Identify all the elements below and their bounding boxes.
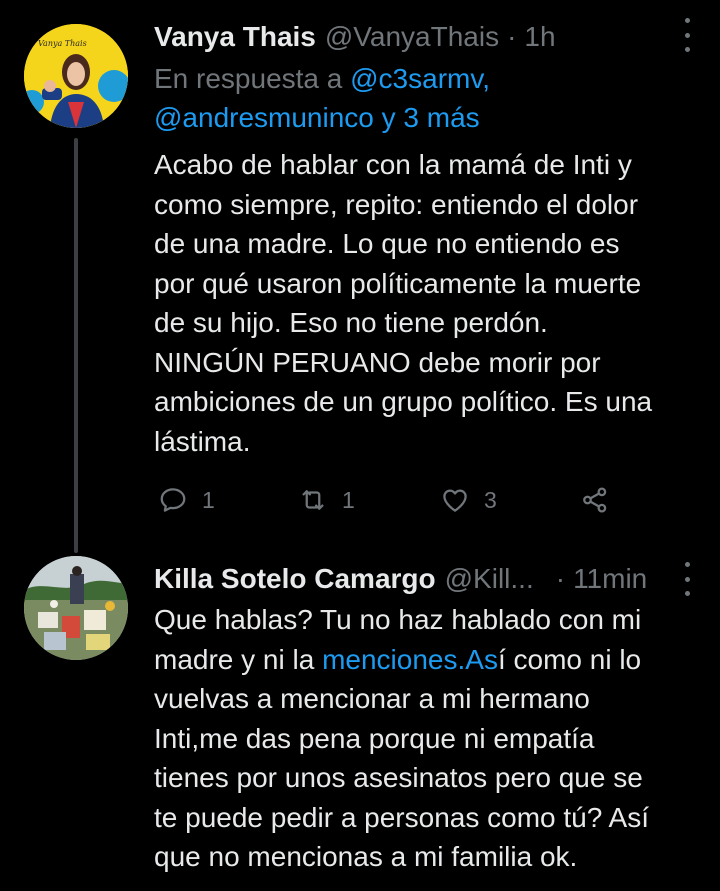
tweet-text-line: de una madre. Lo que no entiendo es (154, 228, 620, 259)
tweet-text: Que hablas? Tu no haz hablado con mi mad… (154, 600, 694, 877)
avatar[interactable] (24, 556, 128, 660)
retweet-icon (302, 490, 324, 510)
like-button[interactable]: 3 (440, 480, 497, 520)
separator: · (507, 21, 517, 52)
more-icon[interactable] (680, 18, 694, 52)
tweet-killa[interactable]: Killa Sotelo Camargo @Kill... · 11min Qu… (0, 540, 720, 891)
tweet-text-line: que no mencionas a mi familia ok. (154, 841, 578, 872)
mention-link[interactable]: @c3sarmv, (350, 63, 490, 94)
text-segment: madre y ni la (154, 643, 323, 675)
mention-link[interactable]: @andresmuninco y 3 más (154, 102, 480, 133)
reply-count: 1 (202, 486, 215, 513)
tweet-vanya[interactable]: Vanya Thais Vanya Thais @VanyaThais · 1h… (0, 0, 720, 553)
text-segment: í como ni lo (497, 643, 642, 675)
tweet-text-line: tienes por unos asesinatos pero que se (154, 762, 643, 793)
like-count: 3 (484, 486, 497, 513)
tweet-text-line: Que hablas? Tu no haz hablado con mi (154, 604, 642, 635)
tweet-text-line: Acabo de hablar con la mamá de Inti y (154, 149, 632, 180)
tweet-text-line: lástima. (154, 425, 251, 457)
tweet-text-line: madre y ni la menciones.Así como ni lo (154, 640, 694, 680)
author-handle[interactable]: @Kill... (445, 563, 534, 595)
retweet-count: 1 (342, 486, 355, 513)
separator: · (555, 563, 566, 594)
reply-button[interactable]: 1 (158, 480, 215, 520)
tweet-header: Vanya Thais @VanyaThais · 1h (154, 14, 680, 60)
avatar[interactable]: Vanya Thais (24, 24, 128, 128)
tweet-text-line: de su hijo. Eso no tiene perdón. (154, 307, 548, 338)
thread-line (74, 138, 78, 553)
retweet-button[interactable]: 1 (298, 480, 355, 520)
reply-icon (160, 488, 186, 512)
replying-to: En respuesta a @c3sarmv, @andresmuninco … (154, 59, 490, 137)
tweet-header: Killa Sotelo Camargo @Kill... · 11min (154, 556, 680, 602)
replying-prefix: En respuesta a (154, 63, 343, 94)
more-icon[interactable] (680, 562, 694, 596)
timestamp[interactable]: 11min (573, 563, 647, 595)
share-icon (583, 487, 607, 513)
avatar-image: Vanya Thais (24, 24, 128, 128)
tweet-text-line: te puede pedir a personas como tú? Así (154, 801, 649, 833)
like-icon (443, 489, 467, 512)
tweet-text-line: por qué usaron políticamente la muerte (154, 267, 642, 299)
hashtag-link[interactable]: menciones.As (322, 644, 498, 675)
tweet-text: Acabo de hablar con la mamá de Inti y co… (154, 145, 694, 461)
avatar-image (24, 556, 128, 660)
tweet-text-line: vuelvas a mencionar a mi hermano (154, 683, 590, 714)
author-name[interactable]: Killa Sotelo Camargo (154, 563, 436, 595)
tweet-text-line: como siempre, repito: entiendo el dolor (154, 188, 639, 220)
author-handle[interactable]: @VanyaThais (325, 21, 499, 53)
avatar-logo-text: Vanya Thais (38, 39, 87, 48)
tweet-text-line: NINGÚN PERUANO debe morir por (154, 346, 601, 378)
tweet-text-line: Inti,me das pena porque ni empatía (154, 722, 595, 754)
share-button[interactable] (580, 480, 610, 520)
author-name[interactable]: Vanya Thais (154, 21, 316, 53)
action-bar: 1 1 3 (158, 480, 628, 520)
tweet-text-line: ambiciones de un grupo político. Es una (154, 386, 653, 417)
timestamp[interactable]: 1h (524, 21, 555, 53)
